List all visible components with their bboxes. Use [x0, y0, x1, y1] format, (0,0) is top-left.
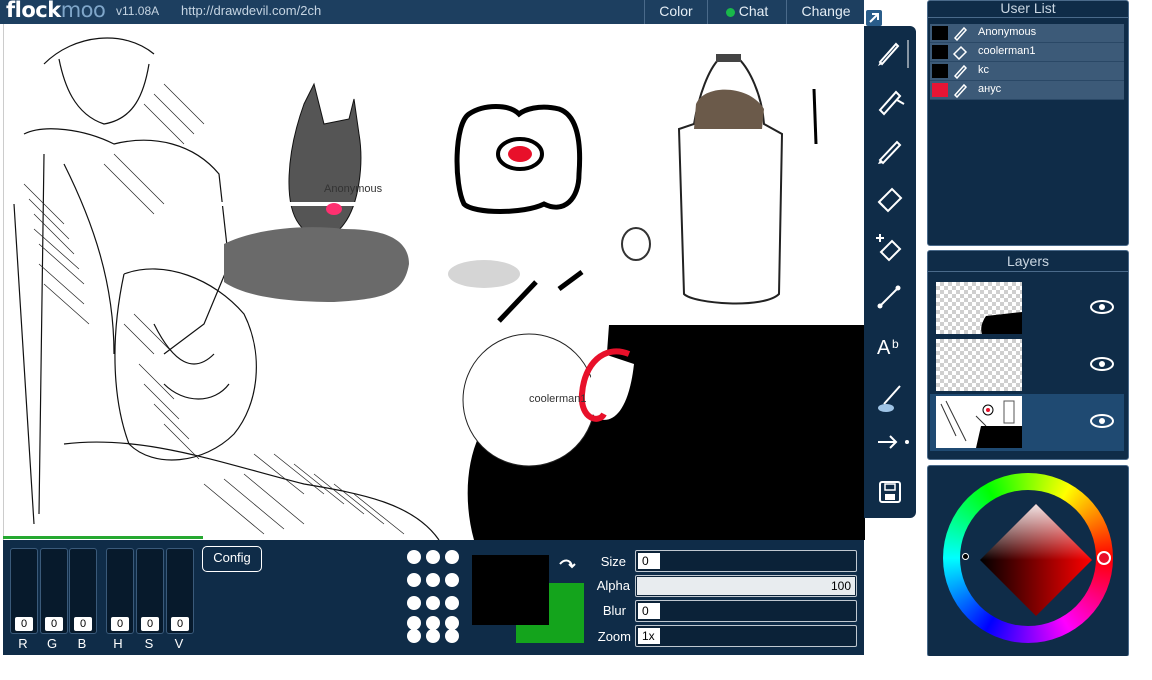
h-slider[interactable]: 0	[106, 548, 134, 634]
svg-text:b: b	[892, 337, 899, 351]
size-field[interactable]: 0	[635, 550, 857, 572]
room-url: http://drawdevil.com/2ch	[181, 3, 322, 18]
brush-icon	[952, 82, 968, 99]
save-icon[interactable]	[864, 472, 916, 512]
g-label: G	[46, 636, 58, 651]
blur-field[interactable]: 0	[635, 600, 857, 622]
eraser-icon	[952, 44, 968, 61]
brush-icon	[952, 25, 968, 42]
brush-shape-option[interactable]	[426, 573, 440, 587]
blur-label: Blur	[602, 603, 626, 618]
layer-thumbnail	[936, 339, 1022, 391]
cursor-label-coolerman1: coolerman1	[529, 393, 587, 405]
popout-icon[interactable]	[866, 10, 882, 26]
config-button[interactable]: Config	[202, 546, 262, 572]
hue-handle[interactable]	[1097, 551, 1111, 565]
zoom-field[interactable]: 1x	[635, 625, 857, 647]
user-color-swatch	[932, 64, 948, 78]
tab-color[interactable]: Color	[644, 0, 707, 24]
tab-chat[interactable]: Chat	[707, 0, 786, 24]
brush-shape-option[interactable]	[426, 629, 440, 643]
layer-row[interactable]	[930, 337, 1124, 394]
svg-text:A: A	[877, 337, 891, 359]
foreground-color-swatch[interactable]	[472, 555, 549, 625]
s-label: S	[144, 636, 154, 651]
user-list-title: User List	[928, 1, 1128, 18]
brush-shape-option[interactable]	[445, 550, 459, 564]
b-slider[interactable]: 0	[69, 548, 97, 634]
online-status-icon	[725, 8, 735, 17]
user-row[interactable]: Anonymous	[930, 24, 1124, 43]
eye-icon[interactable]	[1088, 353, 1116, 375]
alpha-label: Alpha	[596, 578, 630, 593]
canvas-progress	[3, 536, 203, 539]
user-color-swatch	[932, 26, 948, 40]
text-icon[interactable]: Ab	[864, 324, 916, 364]
layer-thumbnail	[936, 282, 1022, 334]
brush-shape-option[interactable]	[407, 573, 421, 587]
alpha-field[interactable]: 100	[635, 575, 857, 597]
r-slider[interactable]: 0	[10, 548, 38, 634]
brush-icon[interactable]	[864, 32, 916, 72]
color-picker-panel	[927, 465, 1129, 657]
brush-shape-option[interactable]	[426, 616, 440, 630]
brush-shape-option[interactable]	[407, 550, 421, 564]
pencil-icon[interactable]	[864, 128, 916, 168]
zoom-label: Zoom	[597, 629, 631, 644]
eye-icon[interactable]	[1088, 296, 1116, 318]
g-slider[interactable]: 0	[40, 548, 68, 634]
user-list-panel: User List Anonymous coolerman1 kc анус	[927, 0, 1129, 246]
user-color-swatch	[932, 83, 948, 97]
layers-panel: Layers	[927, 250, 1129, 460]
layers-title: Layers	[928, 251, 1128, 272]
user-row[interactable]: анус	[930, 81, 1124, 100]
tab-change[interactable]: Change	[786, 0, 865, 24]
v-label: V	[174, 636, 184, 651]
user-color-swatch	[932, 45, 948, 59]
layer-thumbnail	[936, 396, 1022, 448]
brush-shape-option[interactable]	[407, 629, 421, 643]
app-logo: flockmoo	[6, 0, 106, 22]
top-bar: flockmoo v11.08A http://drawdevil.com/2c…	[0, 0, 864, 24]
v-slider[interactable]: 0	[166, 548, 194, 634]
eye-icon[interactable]	[1088, 410, 1116, 432]
h-label: H	[113, 636, 123, 651]
brush-shape-option[interactable]	[445, 573, 459, 587]
brush-shape-option[interactable]	[426, 596, 440, 610]
version-label: v11.08A	[116, 4, 160, 18]
layer-row[interactable]	[930, 280, 1124, 337]
layer-row-selected[interactable]	[930, 394, 1124, 451]
swap-colors-icon[interactable]	[556, 556, 578, 578]
line-icon[interactable]	[864, 276, 916, 316]
size-label: Size	[600, 554, 626, 569]
bottom-panel: 0 0 0 0 0 0 R G B H S V Config Size 0 Al…	[3, 540, 864, 655]
magic-eraser-icon[interactable]	[864, 224, 916, 264]
saturation-value-diamond[interactable]	[980, 504, 1092, 616]
b-label: B	[77, 636, 87, 651]
brush-icon	[952, 63, 968, 80]
user-row[interactable]: coolerman1	[930, 43, 1124, 62]
page-footer	[0, 656, 1152, 680]
brush-shape-option[interactable]	[426, 550, 440, 564]
r-label: R	[18, 636, 28, 651]
cursor-label-anonymous: Anonymous	[324, 183, 383, 195]
s-slider[interactable]: 0	[136, 548, 164, 634]
user-row[interactable]: kc	[930, 62, 1124, 81]
fill-icon[interactable]	[864, 376, 916, 416]
arrow-icon[interactable]	[864, 422, 916, 462]
brush-shape-option[interactable]	[407, 596, 421, 610]
drawing-canvas[interactable]: Anonymous coolerman1	[3, 24, 865, 540]
canvas-artwork	[13, 37, 865, 540]
eraser-icon[interactable]	[864, 176, 916, 216]
brush-shape-option[interactable]	[445, 596, 459, 610]
color-handle[interactable]	[962, 553, 969, 560]
smudge-brush-icon[interactable]	[864, 80, 916, 120]
brush-shape-option[interactable]	[445, 629, 459, 643]
brush-shape-option[interactable]	[445, 616, 459, 630]
brush-shape-option[interactable]	[407, 616, 421, 630]
tool-bar: Ab	[864, 26, 916, 518]
